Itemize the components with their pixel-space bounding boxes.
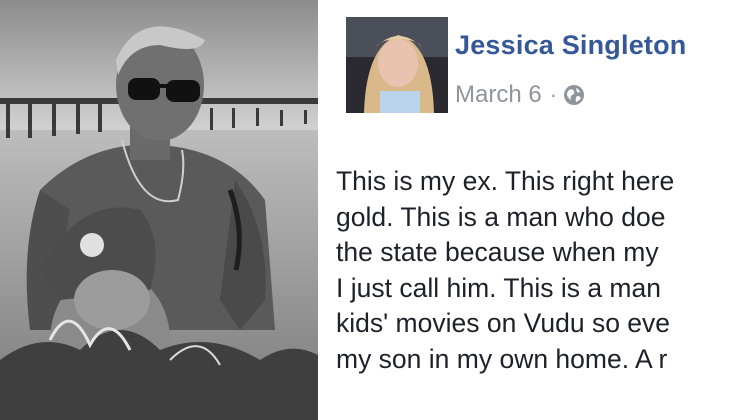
meta-separator: · (549, 82, 558, 107)
post-timestamp[interactable]: March 6 (455, 81, 542, 109)
facebook-post: Jessica Singleton March 6 · This is my e… (318, 0, 750, 420)
post-text-line: kids' movies on Vudu so eve (336, 308, 671, 338)
post-meta: March 6 · (455, 80, 585, 110)
post-text-line: my son in my own home. A r (336, 343, 668, 374)
post-text-line: This is my ex. This right here (336, 166, 675, 196)
globe-icon[interactable] (563, 84, 585, 106)
post-text-line: I just call him. This is a man (336, 272, 661, 303)
profile-picture (346, 17, 448, 113)
post-text-line: the state because when my (336, 237, 659, 267)
post-photo[interactable] (0, 0, 318, 420)
author-avatar[interactable] (346, 17, 448, 113)
father-and-son-beach-photo (0, 0, 318, 420)
post-text: This is my ex. This right here gold. Thi… (336, 164, 750, 377)
post-text-line: gold. This is a man who doe (336, 201, 666, 232)
author-name-link[interactable]: Jessica Singleton (455, 30, 687, 61)
